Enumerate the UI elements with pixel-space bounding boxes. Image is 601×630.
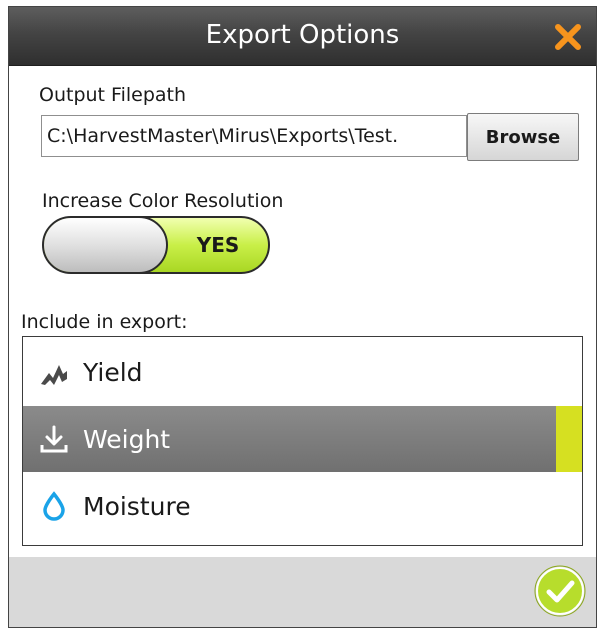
checkmark-ok-icon <box>534 565 586 617</box>
dialog-footer <box>9 557 596 627</box>
dialog-title: Export Options <box>205 20 400 50</box>
list-item-weight[interactable]: Weight <box>23 406 582 472</box>
browse-button[interactable]: Browse <box>467 113 579 161</box>
title-bar: Export Options <box>9 7 596 66</box>
list-item-moisture[interactable]: Moisture <box>23 473 582 539</box>
list-item-label: Moisture <box>83 491 191 521</box>
output-filepath-input[interactable] <box>41 115 467 157</box>
toggle-state-text: YES <box>196 233 240 257</box>
list-item-yield[interactable]: Yield <box>23 339 582 405</box>
selection-indicator <box>556 406 582 472</box>
toggle-knob[interactable] <box>44 218 168 272</box>
list-item-label: Weight <box>83 424 171 454</box>
close-x-icon <box>555 24 581 50</box>
close-button[interactable] <box>548 17 588 57</box>
yield-chart-icon <box>39 357 69 387</box>
include-in-export-label: Include in export: <box>21 311 188 333</box>
output-filepath-label: Output Filepath <box>39 84 187 106</box>
weight-download-icon <box>39 424 69 454</box>
color-resolution-toggle[interactable]: YES <box>42 216 270 274</box>
confirm-button[interactable] <box>534 565 586 617</box>
list-item-label: Yield <box>83 357 143 387</box>
export-options-dialog: Export Options Output Filepath Browse In… <box>8 6 597 628</box>
water-drop-icon <box>39 491 69 521</box>
color-resolution-label: Increase Color Resolution <box>42 190 284 212</box>
export-items-list: Yield Weight Moisture <box>22 336 583 546</box>
